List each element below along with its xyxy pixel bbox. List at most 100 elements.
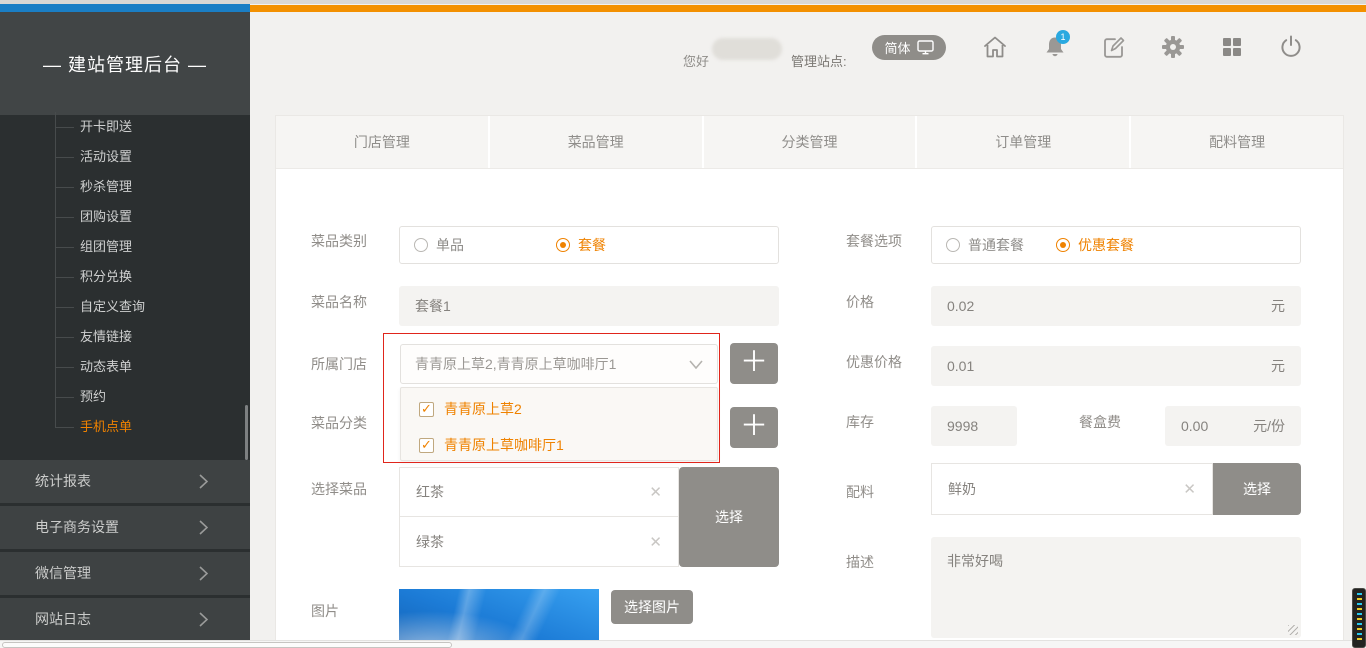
store-option-label: 青青原上草咖啡厅1 bbox=[444, 435, 564, 455]
sidebar-menu: 开卡即送 活动设置 秒杀管理 团购设置 组团管理 积分兑换 自定义查询 友情链接… bbox=[0, 112, 250, 442]
username-redacted bbox=[712, 38, 782, 60]
dish-class-label: 菜品分类 bbox=[311, 413, 367, 433]
remove-dish-icon[interactable]: ✕ bbox=[649, 533, 662, 551]
language-label: 简体 bbox=[884, 38, 910, 57]
description-textarea[interactable]: 非常好喝 bbox=[931, 537, 1301, 638]
horizontal-scrollbar[interactable] bbox=[0, 640, 1366, 648]
language-button[interactable]: 简体 bbox=[872, 35, 946, 60]
sidebar-item-mobile-ordering[interactable]: 手机点单 bbox=[0, 412, 250, 442]
box-fee-input[interactable]: 0.00 元/份 bbox=[1165, 406, 1301, 446]
settings-button[interactable] bbox=[1160, 34, 1186, 60]
header: 您好 管理站点: 简体 1 bbox=[250, 0, 1366, 115]
tab-bar: 门店管理 菜品管理 分类管理 订单管理 配料管理 bbox=[276, 116, 1343, 169]
store-option-label: 青青原上草2 bbox=[444, 399, 522, 419]
gear-icon bbox=[1160, 34, 1186, 60]
price-input[interactable]: 0.02 元 bbox=[931, 286, 1301, 326]
description-label: 描述 bbox=[846, 552, 874, 572]
chevron-right-icon bbox=[199, 520, 208, 535]
sidebar-item-activity-settings[interactable]: 活动设置 bbox=[0, 142, 250, 172]
radio-normal-combo-label: 普通套餐 bbox=[968, 235, 1024, 255]
ingredient-value: 鲜奶 bbox=[948, 479, 976, 499]
discount-price-label: 优惠价格 bbox=[846, 352, 902, 372]
power-icon bbox=[1278, 34, 1304, 60]
edit-button[interactable] bbox=[1101, 34, 1127, 60]
notifications-button[interactable]: 1 bbox=[1042, 34, 1068, 60]
checkbox-checked-icon[interactable] bbox=[419, 438, 434, 453]
radio-single-dish[interactable] bbox=[414, 238, 428, 252]
group-label: 电子商务设置 bbox=[35, 519, 119, 535]
dish-category-radio-group: 单品 套餐 bbox=[399, 226, 779, 264]
tab-dish-management[interactable]: 菜品管理 bbox=[490, 116, 702, 168]
notification-badge: 1 bbox=[1056, 30, 1070, 44]
chevron-right-icon bbox=[199, 474, 208, 489]
app-title: — 建站管理后台 — bbox=[0, 12, 250, 115]
stock-label: 库存 bbox=[846, 412, 874, 432]
dish-name-input[interactable]: 套餐1 bbox=[399, 286, 779, 326]
tab-ingredient-management[interactable]: 配料管理 bbox=[1131, 116, 1343, 168]
home-icon bbox=[982, 34, 1008, 60]
tab-store-management[interactable]: 门店管理 bbox=[276, 116, 488, 168]
ingredient-label: 配料 bbox=[846, 482, 874, 502]
sidebar-item-points-exchange[interactable]: 积分兑换 bbox=[0, 262, 250, 292]
sidebar-item-dynamic-forms[interactable]: 动态表单 bbox=[0, 352, 250, 382]
home-button[interactable] bbox=[982, 34, 1008, 60]
sidebar-item-groupbuy-settings[interactable]: 团购设置 bbox=[0, 202, 250, 232]
select-dishes-label: 选择菜品 bbox=[311, 479, 367, 499]
choose-image-button-label: 选择图片 bbox=[624, 597, 680, 617]
combo-option-label: 套餐选项 bbox=[846, 231, 902, 251]
store-dropdown-option-1[interactable]: 青青原上草2 bbox=[419, 394, 717, 424]
store-dropdown-option-2[interactable]: 青青原上草咖啡厅1 bbox=[419, 430, 717, 460]
checkbox-checked-icon[interactable] bbox=[419, 402, 434, 417]
add-class-button[interactable]: ＋ bbox=[730, 407, 778, 448]
plus-icon: ＋ bbox=[740, 412, 768, 444]
sidebar-item-friendly-links[interactable]: 友情链接 bbox=[0, 322, 250, 352]
price-value: 0.02 bbox=[947, 298, 974, 314]
greeting-text: 您好 bbox=[683, 51, 709, 70]
dish-row-1: 红茶 ✕ bbox=[399, 467, 679, 517]
remove-dish-icon[interactable]: ✕ bbox=[649, 483, 662, 501]
image-label: 图片 bbox=[311, 601, 339, 621]
sidebar-item-team-management[interactable]: 组团管理 bbox=[0, 232, 250, 262]
radio-combo-dish[interactable] bbox=[556, 238, 570, 252]
sidebar-item-seckill-management[interactable]: 秒杀管理 bbox=[0, 172, 250, 202]
ingredient-input[interactable]: 鲜奶 ✕ bbox=[931, 463, 1213, 515]
site-label: 管理站点: bbox=[791, 51, 847, 70]
screen: — 建站管理后台 — 开卡即送 活动设置 秒杀管理 团购设置 组团管理 积分兑换… bbox=[0, 0, 1366, 648]
select-ingredient-button-label: 选择 bbox=[1243, 479, 1271, 499]
sidebar-group-ecommerce-settings[interactable]: 电子商务设置 bbox=[0, 506, 250, 549]
store-dropdown: 青青原上草2 青青原上草咖啡厅1 bbox=[400, 387, 718, 461]
remove-ingredient-icon[interactable]: ✕ bbox=[1183, 480, 1196, 498]
stock-value: 9998 bbox=[947, 418, 978, 434]
choose-image-button[interactable]: 选择图片 bbox=[611, 590, 693, 624]
sidebar: — 建站管理后台 — 开卡即送 活动设置 秒杀管理 团购设置 组团管理 积分兑换… bbox=[0, 12, 250, 640]
sidebar-group-site-logs[interactable]: 网站日志 bbox=[0, 598, 250, 641]
select-ingredient-button[interactable]: 选择 bbox=[1213, 463, 1301, 515]
radio-discount-combo[interactable] bbox=[1056, 238, 1070, 252]
tab-order-management[interactable]: 订单管理 bbox=[917, 116, 1129, 168]
add-store-button[interactable]: ＋ bbox=[730, 343, 778, 384]
box-fee-unit: 元/份 bbox=[1253, 416, 1285, 436]
apps-button[interactable] bbox=[1219, 34, 1245, 60]
price-label: 价格 bbox=[846, 292, 874, 312]
sidebar-item-reservation[interactable]: 预约 bbox=[0, 382, 250, 412]
sidebar-item-open-card-gift[interactable]: 开卡即送 bbox=[0, 112, 250, 142]
group-label: 微信管理 bbox=[35, 565, 91, 581]
chevron-right-icon bbox=[199, 566, 208, 581]
combo-option-radio-group: 普通套餐 优惠套餐 bbox=[931, 226, 1301, 264]
radio-normal-combo[interactable] bbox=[946, 238, 960, 252]
tab-category-management[interactable]: 分类管理 bbox=[704, 116, 916, 168]
select-dishes-button-label: 选择 bbox=[715, 507, 743, 527]
sidebar-group-statistics[interactable]: 统计报表 bbox=[0, 460, 250, 503]
logout-button[interactable] bbox=[1278, 34, 1304, 60]
horizontal-scrollbar-thumb[interactable] bbox=[2, 642, 452, 648]
stock-input[interactable]: 9998 bbox=[931, 406, 1017, 446]
store-select[interactable]: 青青原上草2,青青原上草咖啡厅1 bbox=[400, 344, 718, 384]
sidebar-groups: 统计报表 电子商务设置 微信管理 网站日志 bbox=[0, 457, 250, 641]
dish-name: 红茶 bbox=[416, 482, 444, 502]
select-dishes-button[interactable]: 选择 bbox=[679, 467, 779, 567]
sidebar-group-wechat-management[interactable]: 微信管理 bbox=[0, 552, 250, 595]
page-scrollbar[interactable] bbox=[1352, 588, 1366, 648]
sidebar-scrollbar[interactable] bbox=[245, 405, 248, 460]
sidebar-item-custom-query[interactable]: 自定义查询 bbox=[0, 292, 250, 322]
discount-price-input[interactable]: 0.01 元 bbox=[931, 346, 1301, 386]
